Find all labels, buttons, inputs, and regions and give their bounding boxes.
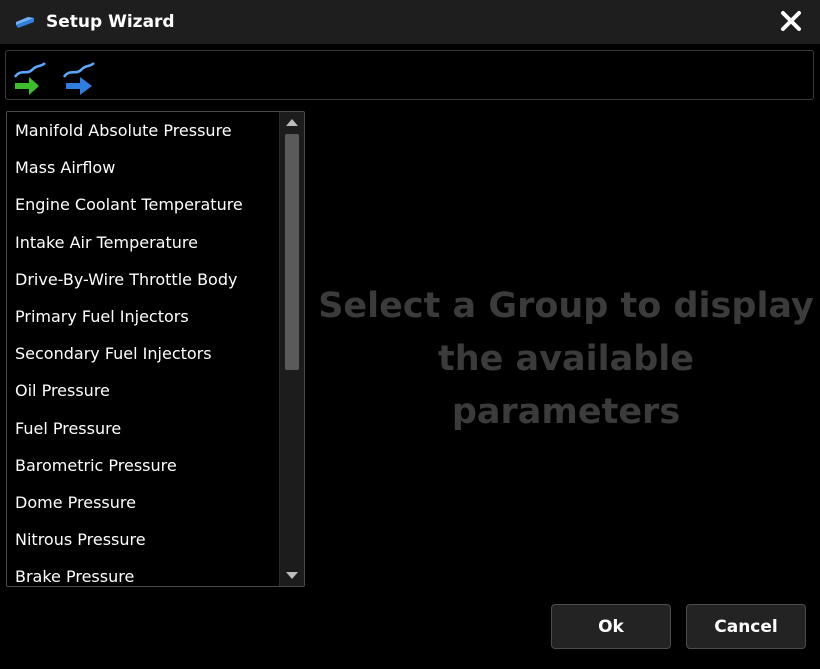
curve-green-arrow-icon[interactable] bbox=[12, 59, 48, 95]
triangle-down-icon bbox=[286, 572, 298, 579]
list-item[interactable]: Barometric Pressure bbox=[7, 447, 279, 484]
list-item[interactable]: Primary Fuel Injectors bbox=[7, 298, 279, 335]
list-item[interactable]: Dome Pressure bbox=[7, 484, 279, 521]
list-item[interactable]: Oil Pressure bbox=[7, 372, 279, 409]
triangle-up-icon bbox=[286, 119, 298, 126]
empty-state-message: Select a Group to display the available … bbox=[318, 280, 814, 439]
list-item[interactable]: Manifold Absolute Pressure bbox=[7, 112, 279, 149]
list-item[interactable]: Nitrous Pressure bbox=[7, 521, 279, 558]
scrollbar-thumb[interactable] bbox=[285, 134, 299, 370]
list-item[interactable]: Intake Air Temperature bbox=[7, 224, 279, 261]
group-list[interactable]: Manifold Absolute Pressure Mass Airflow … bbox=[6, 111, 305, 587]
list-item[interactable]: Secondary Fuel Injectors bbox=[7, 335, 279, 372]
app-logo-icon bbox=[16, 17, 34, 28]
list-item[interactable]: Brake Pressure bbox=[7, 558, 279, 586]
toolbar bbox=[5, 50, 814, 100]
close-icon[interactable] bbox=[776, 8, 806, 36]
vertical-scrollbar[interactable] bbox=[279, 112, 304, 586]
list-item[interactable]: Drive-By-Wire Throttle Body bbox=[7, 261, 279, 298]
cancel-button[interactable]: Cancel bbox=[686, 604, 806, 649]
empty-state-line-2: the available parameters bbox=[437, 339, 695, 432]
ok-button[interactable]: Ok bbox=[551, 604, 671, 649]
scroll-up-button[interactable] bbox=[280, 112, 304, 132]
empty-state-line-1: Select a Group to display bbox=[318, 286, 814, 326]
curve-blue-arrow-icon[interactable] bbox=[61, 59, 97, 95]
list-item[interactable]: Fuel Pressure bbox=[7, 410, 279, 447]
window-title: Setup Wizard bbox=[46, 12, 175, 32]
list-item[interactable]: Mass Airflow bbox=[7, 149, 279, 186]
list-item[interactable]: Engine Coolant Temperature bbox=[7, 186, 279, 223]
scroll-down-button[interactable] bbox=[280, 566, 304, 586]
title-bar: Setup Wizard bbox=[0, 0, 820, 44]
group-list-items: Manifold Absolute Pressure Mass Airflow … bbox=[7, 112, 279, 586]
